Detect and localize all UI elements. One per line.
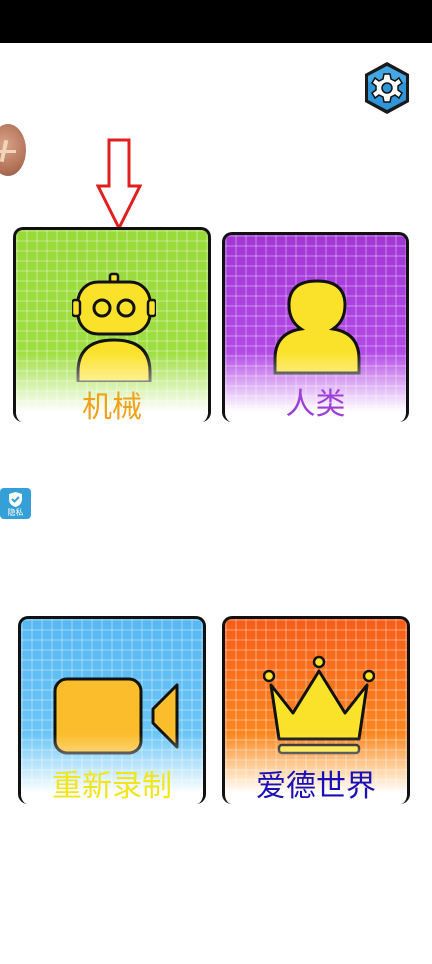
mode-label: 爱德世界 [256, 769, 376, 804]
gear-icon [365, 62, 409, 114]
down-arrow-icon [96, 138, 142, 230]
privacy-label: 隐私 [7, 508, 24, 517]
mode-card-ide-world[interactable]: 爱德世界 [222, 616, 410, 804]
mode-label: 机械 [82, 390, 142, 422]
settings-button[interactable] [359, 60, 415, 116]
privacy-badge[interactable]: 隐私 [0, 488, 31, 519]
mode-label: 重新录制 [52, 769, 172, 804]
mode-card-mechanical[interactable]: 机械 [13, 227, 211, 422]
mode-card-human[interactable]: 人类 [222, 232, 409, 422]
mode-card-rerecord[interactable]: 重新录制 [18, 616, 206, 804]
status-bar [0, 0, 432, 43]
avatar[interactable] [0, 124, 26, 176]
mode-label: 人类 [285, 387, 346, 422]
shield-icon [9, 492, 22, 507]
